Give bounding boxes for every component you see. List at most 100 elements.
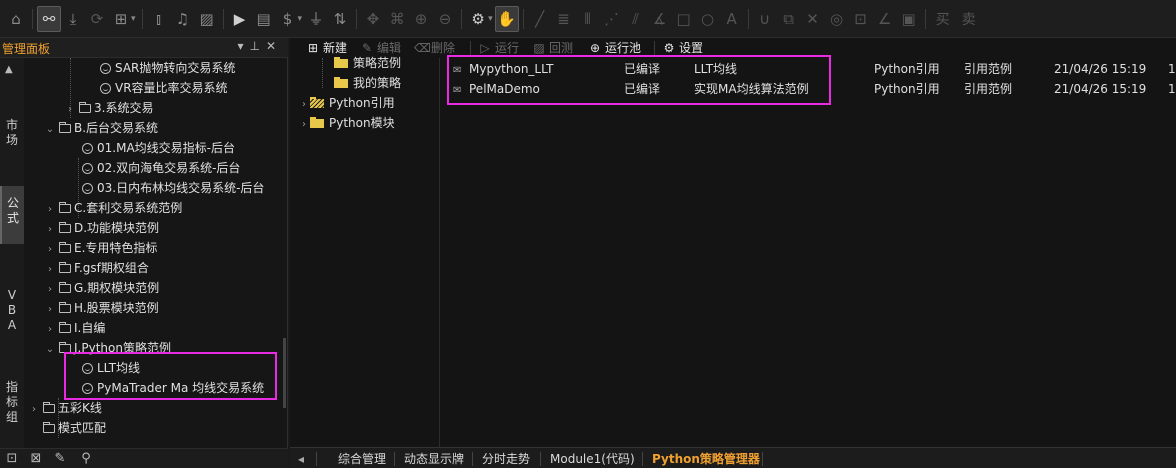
- list-item[interactable]: ✉ PelMaDemo 已编译 实现MA均线算法范例 Python引用 引用范例 …: [442, 79, 1176, 99]
- filter-icon[interactable]: ⏚: [304, 6, 328, 32]
- tab-scroll-left-icon[interactable]: ◂: [298, 450, 304, 468]
- channel-icon[interactable]: ≣: [552, 6, 576, 32]
- tab-vba[interactable]: VBA: [0, 284, 24, 344]
- tree-item[interactable]: › Python模块: [298, 113, 395, 133]
- search-icon[interactable]: ⚲: [78, 451, 94, 467]
- play-icon[interactable]: ▶: [228, 6, 252, 32]
- document-icon[interactable]: ▤: [252, 6, 276, 32]
- tab-python-strategy-manager[interactable]: Python策略管理器: [652, 450, 760, 468]
- tree-item[interactable]: ⌄ B.后台交易系统: [44, 118, 158, 138]
- vertical-lines-icon[interactable]: ⦀: [576, 6, 600, 32]
- zoom-in-icon[interactable]: ⊕: [409, 6, 433, 32]
- tree-item[interactable]: 02.双向海龟交易系统-后台: [82, 158, 240, 178]
- tree-item[interactable]: › 3.系统交易: [64, 98, 153, 118]
- chevron-right-icon[interactable]: ›: [44, 280, 56, 300]
- chevron-right-icon[interactable]: ›: [44, 220, 56, 240]
- text-icon[interactable]: A: [720, 6, 744, 32]
- move-icon[interactable]: ✥: [361, 6, 385, 32]
- tree-item[interactable]: 我的策略: [334, 73, 401, 93]
- tree-item[interactable]: SAR抛物转向交易系统: [100, 58, 235, 78]
- crosshair-icon[interactable]: ⌘: [385, 6, 409, 32]
- grid-icon[interactable]: ⊞: [109, 6, 133, 32]
- chevron-right-icon[interactable]: ›: [298, 95, 310, 115]
- scroll-up-icon[interactable]: ▲: [5, 64, 13, 75]
- download-icon[interactable]: ⤓: [61, 6, 85, 32]
- chevron-right-icon[interactable]: ›: [44, 320, 56, 340]
- chevron-right-icon[interactable]: ›: [298, 115, 310, 135]
- delete-button[interactable]: ⌫删除: [414, 38, 455, 58]
- tree-item[interactable]: 模式匹配: [40, 418, 106, 438]
- tree-item[interactable]: › D.功能模块范例: [44, 218, 159, 238]
- home-icon[interactable]: ⌂: [4, 6, 28, 32]
- fan-icon[interactable]: ⋰: [600, 6, 624, 32]
- formula-icon[interactable]: ⊡: [4, 451, 20, 467]
- tree-scrollbar[interactable]: [283, 338, 286, 408]
- chevron-right-icon[interactable]: ›: [28, 400, 40, 420]
- tree-item[interactable]: ⌄ J.Python策略范例: [44, 338, 171, 358]
- import-icon[interactable]: ⊠: [28, 451, 44, 467]
- refresh-icon[interactable]: ⟳: [85, 6, 109, 32]
- angle-icon[interactable]: ∡: [648, 6, 672, 32]
- edit-icon[interactable]: ✎: [52, 451, 68, 467]
- angle-tool-icon[interactable]: ∠: [873, 6, 897, 32]
- tab-intraday[interactable]: 分时走势: [482, 450, 530, 468]
- tab-module1[interactable]: Module1(代码): [550, 450, 635, 468]
- chevron-down-icon[interactable]: ⌄: [44, 340, 56, 360]
- link-icon[interactable]: ⚯: [37, 5, 61, 32]
- tree-item[interactable]: 策略范例: [334, 53, 401, 73]
- tab-indicator-group[interactable]: 指标组: [0, 376, 24, 436]
- chart-icon[interactable]: ▨: [195, 6, 219, 32]
- chevron-right-icon[interactable]: ›: [64, 100, 76, 120]
- buy-button[interactable]: 买: [930, 9, 956, 29]
- chevron-right-icon[interactable]: ›: [44, 260, 56, 280]
- chevron-right-icon[interactable]: ›: [44, 240, 56, 260]
- tree-item[interactable]: › E.专用特色指标: [44, 238, 157, 258]
- bar-chart-icon[interactable]: ⫾: [147, 6, 171, 32]
- line-icon[interactable]: ╱: [528, 6, 552, 32]
- tree-item[interactable]: › C.套利交易系统范例: [44, 198, 182, 218]
- tab-formula[interactable]: 公式: [0, 186, 24, 244]
- tree-item[interactable]: › 五彩K线: [28, 398, 102, 418]
- delete-icon[interactable]: ✕: [801, 6, 825, 32]
- chevron-down-icon[interactable]: ▾: [488, 14, 493, 24]
- backtest-button[interactable]: ▨ 回测: [532, 38, 573, 58]
- list-item[interactable]: ✉ Mypython_LLT 已编译 LLT均线 Python引用 引用范例 21…: [442, 59, 1176, 79]
- lock-icon[interactable]: ⊡: [849, 6, 873, 32]
- chevron-down-icon[interactable]: ▾: [298, 14, 303, 24]
- tree-item[interactable]: › F.gsf期权组合: [44, 258, 149, 278]
- circle-icon[interactable]: ○: [696, 6, 720, 32]
- zoom-out-icon[interactable]: ⊖: [433, 6, 457, 32]
- eye-icon[interactable]: ◎: [825, 6, 849, 32]
- tab-overview[interactable]: 综合管理: [338, 450, 386, 468]
- parallel-icon[interactable]: ⫽: [624, 6, 648, 32]
- tab-dynamic-board[interactable]: 动态显示牌: [404, 450, 464, 468]
- panel-controls[interactable]: ▾⊥✕: [237, 39, 282, 53]
- copy-icon[interactable]: ⧉: [777, 6, 801, 32]
- tree-item[interactable]: › H.股票模块范例: [44, 298, 159, 318]
- chevron-down-icon[interactable]: ▾: [131, 14, 136, 24]
- tree-item[interactable]: LLT均线: [82, 358, 140, 378]
- tree-item[interactable]: 01.MA均线交易指标-后台: [82, 138, 235, 158]
- tree-item[interactable]: › Python引用: [298, 93, 395, 113]
- rectangle-icon[interactable]: □: [672, 6, 696, 32]
- chevron-down-icon[interactable]: ⌄: [44, 120, 56, 140]
- magnet-icon[interactable]: ∪: [753, 6, 777, 32]
- sort-icon[interactable]: ⇅: [328, 6, 352, 32]
- tree-item[interactable]: VR容量比率交易系统: [100, 78, 228, 98]
- tree-item[interactable]: › G.期权模块范例: [44, 278, 159, 298]
- tree-item[interactable]: › I.自编: [44, 318, 105, 338]
- sell-button[interactable]: 卖: [956, 9, 982, 29]
- tab-market[interactable]: 市场: [0, 114, 24, 154]
- hand-icon[interactable]: ✋: [494, 5, 519, 32]
- chevron-right-icon[interactable]: ›: [44, 300, 56, 320]
- save-icon[interactable]: ▣: [897, 6, 921, 32]
- run-button[interactable]: ▷ 运行: [478, 38, 519, 58]
- bell-icon[interactable]: ♫: [171, 6, 195, 32]
- settings-button[interactable]: ⚙ 设置: [662, 38, 703, 58]
- dollar-icon[interactable]: $: [276, 6, 300, 32]
- tree-item[interactable]: PyMaTrader Ma 均线交易系统: [82, 378, 264, 398]
- run-pool-button[interactable]: ⊕ 运行池: [588, 38, 641, 58]
- tree-item[interactable]: 03.日内布林均线交易系统-后台: [82, 178, 264, 198]
- chevron-right-icon[interactable]: ›: [44, 200, 56, 220]
- gear-icon[interactable]: ⚙: [466, 6, 490, 32]
